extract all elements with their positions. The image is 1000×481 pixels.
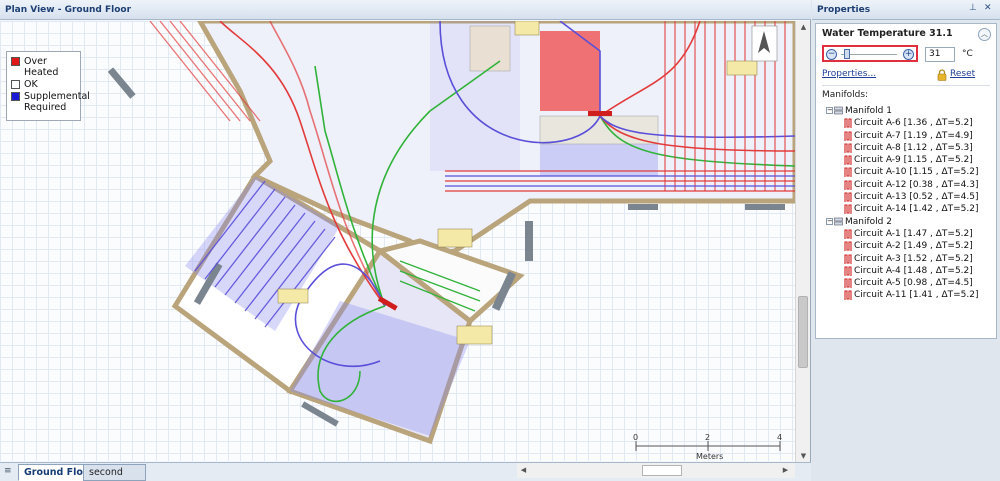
- circuit-node[interactable]: Circuit A-8 [1.12 , ΔT=5.3]: [828, 142, 996, 154]
- manifolds-label: Manifolds:: [822, 90, 869, 100]
- floor-plan-canvas[interactable]: 0 2 4 Meters Over Heated OK Supplemental…: [0, 21, 795, 461]
- manifold-node[interactable]: − Manifold 1: [826, 105, 996, 117]
- close-icon[interactable]: ✕: [984, 3, 992, 13]
- horizontal-scroll-thumb[interactable]: [642, 465, 682, 476]
- increase-temperature-button[interactable]: +: [903, 49, 914, 60]
- scroll-up-arrow-icon[interactable]: ▲: [797, 21, 810, 34]
- pin-icon[interactable]: ⊥: [969, 3, 977, 13]
- circuit-node[interactable]: Circuit A-7 [1.19 , ΔT=4.9]: [828, 130, 996, 142]
- plan-view-title: Plan View - Ground Floor: [0, 0, 811, 20]
- water-temperature-heading: Water Temperature 31.1: [822, 28, 953, 39]
- chevron-up-icon[interactable]: ︿: [978, 28, 991, 41]
- plan-view-panel: Plan View - Ground Floor 0 2 4 Meters Ov…: [0, 0, 811, 481]
- legend-item-supplemental: Supplemental Required: [11, 91, 90, 113]
- compass-rose: [751, 25, 778, 62]
- circuit-label: Circuit A-2 [1.49 , ΔT=5.2]: [854, 241, 973, 252]
- tab-second-floor[interactable]: second floor: [83, 464, 146, 481]
- horizontal-scrollbar[interactable]: ◀ ▶: [517, 463, 795, 478]
- temperature-unit: °C: [962, 49, 973, 59]
- circuit-label: Circuit A-6 [1.36 , ΔT=5.2]: [854, 118, 973, 129]
- vertical-scrollbar[interactable]: ▲ ▼: [795, 21, 810, 463]
- reset-link[interactable]: Reset: [950, 69, 975, 79]
- legend-item-over-heated: Over Heated: [11, 56, 76, 78]
- circuit-node[interactable]: Circuit A-11 [1.41 , ΔT=5.2]: [828, 289, 996, 301]
- lock-icon[interactable]: [937, 69, 947, 81]
- manifold-label: Manifold 2: [845, 216, 892, 227]
- vertical-scroll-thumb[interactable]: [798, 296, 808, 368]
- manifold-tree[interactable]: − Manifold 1 Circuit A-6 [1.36 , ΔT=5.2] Ci…: [826, 105, 996, 302]
- circuit-label: Circuit A-10 [1.15 , ΔT=5.2]: [854, 167, 979, 178]
- scroll-right-arrow-icon[interactable]: ▶: [779, 464, 792, 477]
- collapse-toggle-icon[interactable]: −: [826, 107, 833, 114]
- circuit-label: Circuit A-14 [1.42 , ΔT=5.2]: [854, 204, 979, 215]
- legend-swatch: [11, 57, 20, 66]
- properties-link[interactable]: Properties...: [822, 69, 876, 79]
- manifold-1-marker: [588, 111, 612, 116]
- circuit-label: Circuit A-11 [1.41 , ΔT=5.2]: [854, 290, 979, 301]
- legend-swatch: [11, 92, 20, 101]
- circuit-label: Circuit A-5 [0.98 , ΔT=4.5]: [854, 278, 973, 289]
- circuit-label: Circuit A-12 [0.38 , ΔT=4.3]: [854, 179, 979, 190]
- slider-thumb[interactable]: [844, 49, 850, 59]
- circuit-node[interactable]: Circuit A-12 [0.38 , ΔT=4.3]: [828, 179, 996, 191]
- properties-body: Water Temperature 31.1 ︿ − + 31 °C Prope…: [815, 23, 997, 339]
- divider: [822, 85, 990, 86]
- circuit-node[interactable]: Circuit A-9 [1.15 , ΔT=5.2]: [828, 154, 996, 166]
- circuit-node[interactable]: Circuit A-14 [1.42 , ΔT=5.2]: [828, 203, 996, 215]
- circuit-label: Circuit A-9 [1.15 , ΔT=5.2]: [854, 155, 973, 166]
- temperature-input[interactable]: 31: [925, 47, 955, 62]
- circuit-node[interactable]: Circuit A-1 [1.47 , ΔT=5.2]: [828, 228, 996, 240]
- decrease-temperature-button[interactable]: −: [826, 49, 837, 60]
- scale-tick-0: 0: [633, 433, 638, 442]
- properties-panel: Properties ⊥ ✕ Water Temperature 31.1 ︿ …: [812, 0, 1000, 481]
- circuit-label: Circuit A-7 [1.19 , ΔT=4.9]: [854, 130, 973, 141]
- temperature-slider[interactable]: − +: [822, 45, 918, 62]
- tab-list-icon[interactable]: ≡: [4, 466, 12, 476]
- circuit-node[interactable]: Circuit A-4 [1.48 , ΔT=5.2]: [828, 265, 996, 277]
- over-heated-room: [540, 31, 600, 111]
- manifold-label: Manifold 1: [845, 106, 892, 116]
- legend-swatch: [11, 80, 20, 89]
- circuit-label: Circuit A-8 [1.12 , ΔT=5.3]: [854, 142, 973, 153]
- heat-legend: Over Heated OK Supplemental Required: [6, 51, 90, 121]
- collapse-toggle-icon[interactable]: −: [826, 217, 833, 225]
- circuit-node[interactable]: Circuit A-5 [0.98 , ΔT=4.5]: [828, 277, 996, 289]
- circuit-node[interactable]: Circuit A-6 [1.36 , ΔT=5.2]: [828, 117, 996, 129]
- floor-plan-drawing[interactable]: 0 2 4 Meters: [0, 21, 795, 461]
- manifold-node[interactable]: − Manifold 2: [826, 216, 996, 228]
- scale-unit-label: Meters: [696, 452, 723, 461]
- circuit-node[interactable]: Circuit A-2 [1.49 , ΔT=5.2]: [828, 240, 996, 252]
- scale-bar: [635, 441, 781, 451]
- application-window: Plan View - Ground Floor 0 2 4 Meters Ov…: [0, 0, 1000, 481]
- scroll-left-arrow-icon[interactable]: ◀: [517, 464, 530, 477]
- circuit-node[interactable]: Circuit A-3 [1.52 , ΔT=5.2]: [828, 253, 996, 265]
- circuit-node[interactable]: Circuit A-10 [1.15 , ΔT=5.2]: [828, 166, 996, 178]
- circuit-label: Circuit A-1 [1.47 , ΔT=5.2]: [854, 228, 973, 239]
- circuit-node[interactable]: Circuit A-13 [0.52 , ΔT=4.5]: [828, 191, 996, 203]
- scale-tick-4: 4: [777, 433, 782, 442]
- legend-item-ok: OK: [11, 79, 76, 90]
- circuit-label: Circuit A-4 [1.48 , ΔT=5.2]: [854, 265, 973, 276]
- scale-tick-2: 2: [705, 433, 710, 442]
- circuit-label: Circuit A-3 [1.52 , ΔT=5.2]: [854, 253, 973, 264]
- circuit-label: Circuit A-13 [0.52 , ΔT=4.5]: [854, 192, 979, 203]
- circuit-coil-icon: [844, 290, 852, 304]
